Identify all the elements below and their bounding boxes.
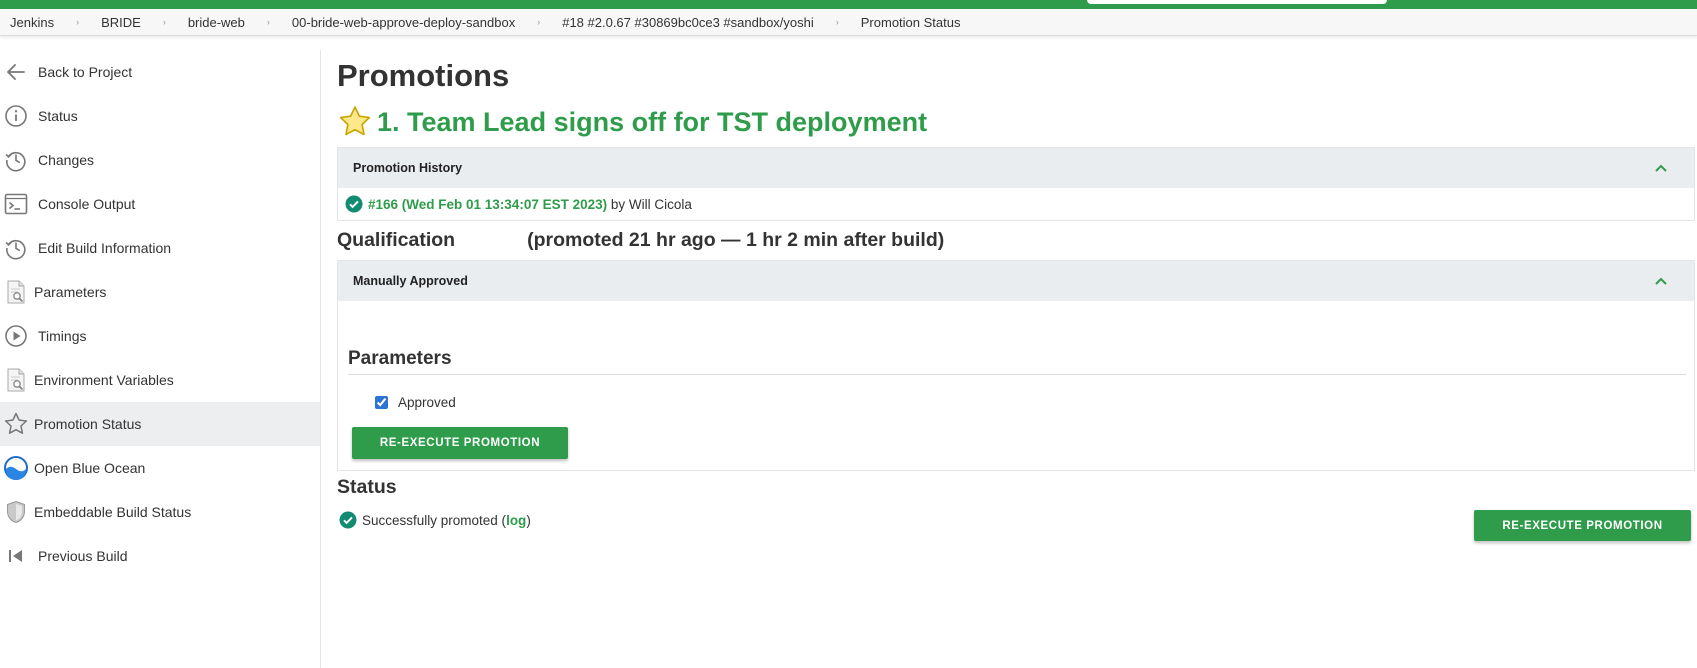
sidebar-item-promotion-status[interactable]: Promotion Status [0, 402, 320, 446]
approved-parameter[interactable]: Approved [375, 395, 456, 410]
status-text: Successfully promoted ( [362, 512, 507, 528]
breadcrumb-label[interactable]: bride-web [188, 15, 245, 30]
breadcrumb-label[interactable]: BRIDE [101, 15, 141, 30]
history-icon [3, 147, 29, 173]
breadcrumb-separator-icon: › [537, 17, 541, 27]
breadcrumb-label[interactable]: 00-bride-web-approve-deploy-sandbox [292, 15, 515, 30]
breadcrumb-label[interactable]: Promotion Status [861, 15, 961, 30]
play-circle-icon [3, 323, 29, 349]
approved-checkbox[interactable] [375, 396, 388, 409]
top-header-bar [0, 0, 1697, 9]
breadcrumb-separator-icon: › [266, 17, 270, 27]
success-check-icon [339, 511, 357, 529]
qualification-label: Qualification [337, 229, 456, 251]
sidebar-item-timings[interactable]: Timings [0, 314, 320, 358]
manually-approved-panel: Manually Approved Parameters Approved RE… [337, 260, 1695, 471]
sidebar-item-label: Parameters [34, 284, 107, 300]
sidebar-item-back-to-project[interactable]: Back to Project [0, 50, 320, 94]
sidebar-item-embeddable-build-status[interactable]: Embeddable Build Status [0, 490, 320, 534]
blue-ocean-icon [3, 455, 29, 481]
breadcrumb-separator-icon: › [162, 17, 166, 27]
breadcrumb-separator-icon: › [76, 17, 80, 27]
breadcrumb-item-bride-web[interactable]: bride-web › [188, 15, 292, 30]
breadcrumb-label[interactable]: Jenkins [10, 15, 54, 30]
chevron-up-icon[interactable] [1654, 274, 1668, 288]
sidebar-item-environment-variables[interactable]: Environment Variables [0, 358, 320, 402]
breadcrumb-item-promotion-status[interactable]: Promotion Status [861, 15, 961, 30]
breadcrumb-item-bride[interactable]: BRIDE › [101, 15, 188, 30]
qualification-detail: (promoted 21 hr ago — 1 hr 2 min after b… [527, 229, 945, 251]
promotion-build-link[interactable]: #166 (Wed Feb 01 13:34:07 EST 2023) [368, 197, 607, 212]
shield-icon [3, 499, 29, 525]
chevron-up-icon[interactable] [1654, 161, 1668, 175]
sidebar-item-label: Console Output [38, 196, 136, 212]
promotion-history-header[interactable]: Promotion History [338, 148, 1694, 188]
sidebar-item-label: Changes [38, 152, 95, 168]
sidebar-item-label: Embeddable Build Status [34, 504, 192, 520]
page-title: Promotions [337, 58, 510, 93]
arrow-left-icon [3, 59, 29, 85]
breadcrumb: Jenkins › BRIDE › bride-web › 00-bride-w… [0, 9, 1697, 36]
sidebar-item-label: Promotion Status [34, 416, 142, 432]
terminal-icon [3, 191, 29, 217]
sidebar-item-label: Open Blue Ocean [34, 460, 146, 476]
sidebar-item-parameters[interactable]: Parameters [0, 270, 320, 314]
history-icon [3, 235, 29, 261]
promotion-heading: 1. Team Lead signs off for TST deploymen… [337, 104, 927, 140]
search-box[interactable] [1087, 0, 1387, 4]
parameters-heading: Parameters [348, 348, 1686, 375]
breadcrumb-item-build[interactable]: #18 #2.0.67 #30869bc0ce3 #sandbox/yoshi … [562, 15, 861, 30]
re-execute-promotion-button[interactable]: RE-EXECUTE PROMOTION [352, 427, 568, 459]
status-heading: Status [337, 476, 397, 498]
sidebar-item-open-blue-ocean[interactable]: Open Blue Ocean [0, 446, 320, 490]
promotion-name: 1. Team Lead signs off for TST deploymen… [377, 106, 928, 137]
breadcrumb-label[interactable]: #18 #2.0.67 #30869bc0ce3 #sandbox/yoshi [562, 15, 814, 30]
approved-label: Approved [398, 395, 456, 410]
star-icon [339, 106, 371, 136]
log-link[interactable]: log [506, 513, 526, 528]
star-icon [3, 411, 29, 437]
status-text-close: ) [526, 512, 531, 528]
manually-approved-header[interactable]: Manually Approved [338, 261, 1694, 301]
re-execute-promotion-button-secondary[interactable]: RE-EXECUTE PROMOTION [1474, 510, 1691, 541]
sidebar-item-changes[interactable]: Changes [0, 138, 320, 182]
sidebar-item-status[interactable]: Status [0, 94, 320, 138]
info-icon [3, 103, 29, 129]
promoted-by-text: by Will Cicola [607, 196, 692, 212]
panel-title: Promotion History [353, 161, 463, 175]
sidebar-item-label: Edit Build Information [38, 240, 172, 256]
breadcrumb-item-jenkins[interactable]: Jenkins › [10, 15, 101, 30]
previous-icon [3, 543, 29, 569]
sidebar-item-label: Environment Variables [34, 372, 174, 388]
breadcrumb-separator-icon: › [835, 17, 839, 27]
panel-title: Manually Approved [353, 274, 468, 288]
document-search-icon [3, 367, 29, 393]
status-line: Successfully promoted ( log ) [339, 511, 531, 529]
sidebar-item-label: Status [38, 108, 78, 124]
document-search-icon [3, 279, 29, 305]
qualification-heading: Qualification (promoted 21 hr ago — 1 hr… [337, 229, 944, 252]
sidebar-item-label: Timings [38, 328, 87, 344]
sidebar-item-edit-build-information[interactable]: Edit Build Information [0, 226, 320, 270]
sidebar: Back to Project Status Changes Console O… [0, 50, 321, 668]
breadcrumb-item-job[interactable]: 00-bride-web-approve-deploy-sandbox › [292, 15, 562, 30]
sidebar-item-label: Back to Project [38, 64, 133, 80]
promotion-history-panel: Promotion History #166 (Wed Feb 01 13:34… [337, 147, 1695, 221]
success-check-icon [345, 195, 363, 213]
sidebar-item-label: Previous Build [38, 548, 128, 564]
sidebar-item-previous-build[interactable]: Previous Build [0, 534, 320, 578]
sidebar-item-console-output[interactable]: Console Output [0, 182, 320, 226]
history-entry: #166 (Wed Feb 01 13:34:07 EST 2023) by W… [338, 188, 1694, 220]
